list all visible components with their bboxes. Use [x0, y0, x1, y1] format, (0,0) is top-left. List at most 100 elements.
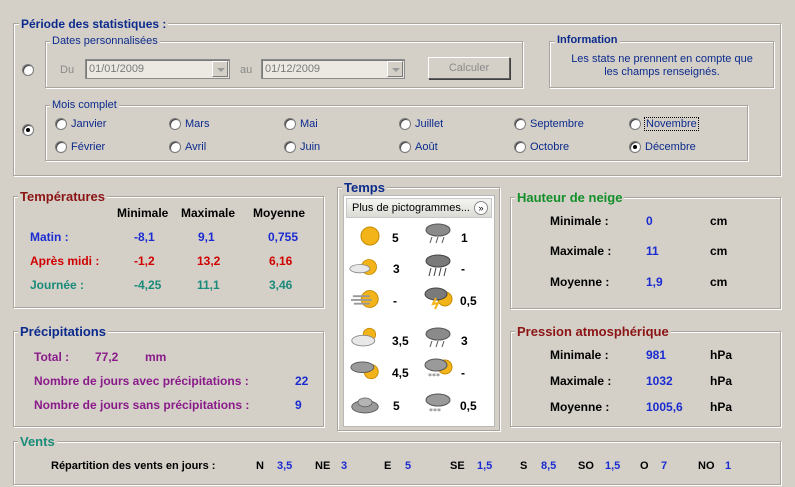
overcast-icon [351, 397, 379, 414]
vent-dir-label: S [520, 460, 528, 472]
month-label: Juin [300, 141, 321, 153]
pictogrammes-dropdown-label: Plus de pictogrammes... [352, 202, 470, 214]
vent-dir-value: 8,5 [541, 460, 557, 472]
temps-value-sun-fog: - [393, 294, 397, 308]
temps-value-thunderstorm: 0,5 [460, 294, 477, 308]
month-radio[interactable] [55, 141, 67, 153]
temp-row-moy: 3,46 [269, 278, 293, 292]
pression-row-unit: hPa [710, 400, 733, 414]
vent-dir-label: O [640, 460, 649, 472]
temps-value-rain-cloud: 1 [461, 231, 468, 245]
rain-cloud-icon [425, 223, 451, 244]
precip-total-value: 77,2 [95, 350, 119, 364]
temp-row-max: 11,1 [197, 278, 220, 292]
temps-value-overcast: 5 [393, 399, 400, 413]
precip-total-label: Total : [34, 350, 70, 364]
neige-row-unit: cm [710, 275, 728, 289]
mois-complet-group [45, 105, 748, 161]
date-fin-dropdown-icon[interactable] [387, 61, 403, 77]
month-radio[interactable] [514, 141, 526, 153]
month-radio[interactable] [169, 141, 181, 153]
vents-legend: Vents [18, 434, 57, 449]
snow-cloud-icon: *** [425, 393, 451, 416]
pression-row-value: 981 [646, 348, 667, 362]
svg-text:***: *** [429, 407, 441, 416]
temp-header-min: Minimale [117, 206, 169, 220]
month-label: Avril [185, 141, 207, 153]
pression-row-value: 1005,6 [646, 400, 683, 414]
temps-value-heavy-rain: - [461, 262, 465, 276]
information-line-2: les champs renseignés. [604, 66, 720, 78]
month-radio[interactable] [55, 118, 67, 130]
precip-avec-label: Nombre de jours avec précipitations : [34, 374, 249, 388]
temps-value-partly-cloudy: 3,5 [392, 334, 409, 348]
pression-row-label: Minimale : [550, 348, 609, 362]
month-label: Octobre [530, 141, 570, 153]
month-radio[interactable] [399, 141, 411, 153]
temp-row-min: -8,1 [134, 230, 155, 244]
precip-sans-label: Nombre de jours sans précipitations : [34, 398, 250, 412]
pression-row-label: Moyenne : [550, 400, 610, 414]
partly-cloudy-icon [351, 327, 377, 347]
temp-row-moy: 6,16 [269, 254, 293, 268]
date-debut-field[interactable]: 01/01/2009 [85, 59, 230, 79]
radio-mois-complet[interactable] [22, 124, 34, 136]
date-debut-dropdown-icon[interactable] [212, 61, 228, 77]
month-label: Décembre [645, 141, 696, 153]
neige-row-unit: cm [710, 244, 728, 258]
temps-value-snow-sun: - [461, 366, 465, 380]
vent-dir-label: E [384, 460, 392, 472]
cloudy-sun-icon [350, 361, 379, 380]
precip-total-unit: mm [145, 350, 167, 364]
temps-value-sun-behind-cloud: 3 [393, 262, 400, 276]
vent-dir-value: 5 [405, 460, 412, 472]
neige-row-label: Minimale : [550, 214, 609, 228]
information-text: Les stats ne prennent en compte que les … [552, 53, 772, 79]
au-label: au [240, 64, 253, 76]
radio-dates-personnalisees[interactable] [22, 64, 34, 76]
temps-value-snow-cloud: 0,5 [460, 399, 477, 413]
heavy-rain-icon [425, 254, 451, 277]
date-debut-value: 01/01/2009 [89, 63, 145, 75]
month-radio[interactable] [284, 141, 296, 153]
sun-icon [360, 226, 380, 246]
temps-value-sun: 5 [392, 231, 399, 245]
calculer-button[interactable]: Calculer [428, 57, 510, 79]
temps-value-cloudy-sun: 4,5 [392, 366, 409, 380]
du-label: Du [60, 64, 75, 76]
snow-sun-icon: *** [424, 358, 453, 381]
temps-value-rain-cloud-2: 3 [461, 334, 468, 348]
temp-row-label: Après midi : [30, 254, 100, 268]
month-label: Mai [300, 118, 318, 130]
pression-row-label: Maximale : [550, 374, 612, 388]
temp-row-min: -4,25 [134, 278, 162, 292]
month-radio[interactable] [629, 118, 641, 130]
thunderstorm-icon [424, 287, 453, 310]
month-radio[interactable] [169, 118, 181, 130]
temp-row-max: 13,2 [197, 254, 221, 268]
vent-dir-value: 1,5 [605, 460, 621, 472]
vent-dir-label: SO [578, 460, 594, 472]
temp-header-max: Maximale [181, 206, 236, 220]
vent-dir-label: SE [450, 460, 465, 472]
precipitations-legend: Précipitations [18, 324, 108, 339]
chevron-down-icon[interactable]: » [474, 201, 488, 215]
temp-row-max: 9,1 [198, 230, 215, 244]
pictogrammes-dropdown[interactable]: Plus de pictogrammes... » [346, 198, 492, 218]
pression-row-unit: hPa [710, 374, 733, 388]
month-radio[interactable] [399, 118, 411, 130]
temp-row-moy: 0,755 [268, 230, 299, 244]
temps-legend: Temps [342, 180, 387, 195]
month-radio[interactable] [284, 118, 296, 130]
vent-dir-label: NO [698, 460, 715, 472]
date-fin-field[interactable]: 01/12/2009 [261, 59, 405, 79]
pression-row-unit: hPa [710, 348, 733, 362]
vent-dir-value: 1 [725, 460, 732, 472]
temp-header-moy: Moyenne [253, 206, 306, 220]
neige-row-value: 0 [646, 214, 653, 228]
temp-row-min: -1,2 [134, 254, 155, 268]
month-radio[interactable] [514, 118, 526, 130]
mois-complet-legend: Mois complet [50, 99, 119, 111]
svg-text:***: *** [428, 372, 440, 381]
month-radio[interactable] [629, 141, 641, 153]
